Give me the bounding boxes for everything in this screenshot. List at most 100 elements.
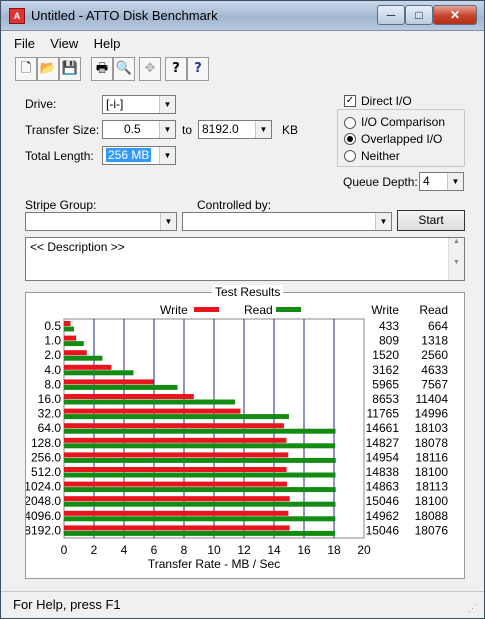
menu-view[interactable]: View	[45, 35, 83, 52]
chevron-down-icon[interactable]: ▼	[159, 121, 175, 138]
print-preview-icon[interactable]: 🔍	[113, 57, 135, 81]
read-value: 18100	[415, 494, 449, 508]
category-label: 1.0	[44, 334, 61, 348]
description-scrollbar[interactable]: ▲ ▼	[448, 238, 464, 280]
resize-grip-icon[interactable]: ⋰	[468, 603, 480, 615]
category-label: 8192.0	[26, 523, 61, 537]
minimize-button[interactable]: ─	[377, 5, 405, 25]
overlapped-io-radio[interactable]	[344, 133, 356, 145]
to-label: to	[182, 123, 193, 137]
read-value: 14996	[415, 407, 449, 421]
total-length-value: 256 MB	[106, 148, 152, 162]
write-bar	[64, 467, 287, 472]
app-window: A Untitled - ATTO Disk Benchmark ─ □ ✕ F…	[0, 0, 485, 619]
context-help-icon[interactable]: ?	[187, 57, 209, 81]
category-label: 8.0	[44, 377, 61, 391]
stripe-group-label: Stripe Group:	[25, 198, 97, 212]
write-value: 5965	[372, 377, 399, 391]
read-bar	[64, 487, 336, 493]
menu-help[interactable]: Help	[89, 35, 126, 52]
read-bar	[64, 443, 336, 449]
transfer-size-from-select[interactable]: 0.5 ▼	[102, 120, 176, 139]
chevron-down-icon[interactable]: ▼	[375, 213, 391, 230]
read-bar	[64, 399, 236, 405]
legend-read-label: Read	[244, 303, 273, 317]
total-length-select[interactable]: 256 MB ▼	[102, 146, 176, 165]
write-bar	[64, 510, 289, 516]
read-bar	[64, 501, 336, 507]
move-icon[interactable]: ✥	[139, 57, 161, 81]
write-value: 14962	[366, 509, 400, 523]
transfer-size-to-select[interactable]: 8192.0 ▼	[198, 120, 272, 139]
neither-label: Neither	[361, 149, 400, 163]
x-tick-label: 16	[297, 543, 311, 557]
window-title: Untitled - ATTO Disk Benchmark	[31, 8, 218, 23]
read-value: 18100	[415, 465, 449, 479]
io-comparison-radio[interactable]	[344, 117, 356, 129]
read-value: 18078	[415, 436, 449, 450]
chevron-down-icon[interactable]: ▼	[447, 173, 463, 190]
x-tick-label: 14	[267, 543, 281, 557]
write-bar	[64, 350, 87, 356]
open-folder-icon[interactable]: 📂	[37, 57, 59, 81]
x-tick-label: 20	[357, 543, 371, 557]
write-value: 433	[379, 319, 399, 333]
read-bar	[64, 414, 289, 420]
print-icon[interactable]: 🖶	[91, 57, 113, 81]
read-bar	[64, 341, 84, 347]
total-length-label: Total Length:	[25, 149, 94, 163]
category-label: 1024.0	[26, 480, 61, 494]
description-textarea[interactable]: << Description >> ▲ ▼	[25, 237, 465, 281]
close-button[interactable]: ✕	[433, 5, 477, 25]
write-bar	[64, 496, 290, 502]
neither-radio[interactable]	[344, 150, 356, 162]
x-tick-label: 4	[121, 543, 128, 557]
read-value: 664	[428, 319, 448, 333]
save-icon[interactable]: 💾	[59, 57, 81, 81]
read-bar	[64, 472, 336, 478]
help-icon[interactable]: ?	[165, 57, 187, 81]
write-bar	[64, 525, 290, 531]
write-value: 14838	[366, 465, 400, 479]
drive-label: Drive:	[25, 97, 57, 111]
read-value: 4633	[421, 363, 448, 377]
transfer-from-value: 0.5	[124, 122, 141, 136]
read-bar	[64, 370, 134, 376]
title-bar[interactable]: A Untitled - ATTO Disk Benchmark ─ □ ✕	[1, 1, 484, 31]
read-bar	[64, 326, 74, 332]
read-value: 7567	[421, 377, 448, 391]
chevron-down-icon[interactable]: ▼	[159, 147, 175, 164]
chevron-down-icon[interactable]: ▼	[159, 96, 175, 113]
drive-select[interactable]: [-i-] ▼	[102, 95, 176, 114]
write-column-header: Write	[371, 303, 399, 317]
controlled-by-label: Controlled by:	[197, 198, 272, 212]
read-value: 18116	[416, 450, 449, 464]
chevron-down-icon[interactable]: ▼	[255, 121, 271, 138]
read-bar	[64, 428, 336, 434]
queue-depth-select[interactable]: 4 ▼	[419, 172, 464, 191]
menu-file[interactable]: File	[9, 35, 40, 52]
x-tick-label: 18	[327, 543, 341, 557]
chevron-down-icon[interactable]: ▼	[160, 213, 176, 230]
direct-io-checkbox[interactable]: ✓	[344, 95, 356, 107]
category-label: 512.0	[31, 465, 61, 479]
stripe-group-select[interactable]: ▼	[25, 212, 177, 231]
x-tick-label: 0	[61, 543, 68, 557]
overlapped-io-label: Overlapped I/O	[361, 132, 443, 146]
drive-value: [-i-]	[106, 97, 124, 111]
maximize-button[interactable]: □	[405, 5, 433, 25]
read-bar	[64, 516, 336, 522]
x-tick-label: 6	[151, 543, 158, 557]
legend-write-swatch	[194, 307, 219, 312]
category-label: 4096.0	[26, 509, 61, 523]
io-comparison-label: I/O Comparison	[361, 115, 446, 129]
write-bar	[64, 364, 112, 370]
new-file-icon[interactable]: 🗋	[15, 57, 37, 81]
write-value: 1520	[372, 348, 399, 362]
controlled-by-select[interactable]: ▼	[182, 212, 392, 231]
read-value: 18088	[415, 509, 449, 523]
write-bar	[64, 423, 284, 429]
start-button[interactable]: Start	[397, 210, 465, 231]
write-bar	[64, 481, 287, 487]
category-label: 32.0	[38, 407, 62, 421]
